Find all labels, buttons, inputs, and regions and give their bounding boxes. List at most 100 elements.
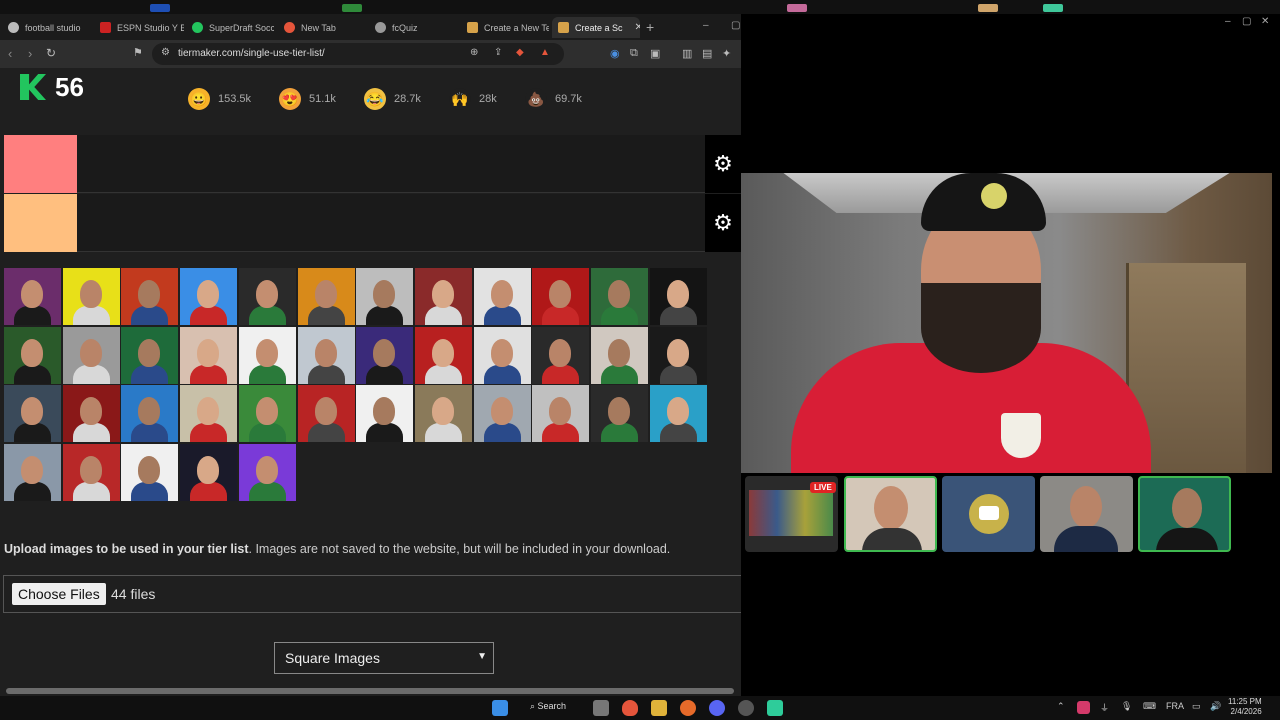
tray-app-icon[interactable] xyxy=(1077,701,1090,714)
reload-icon[interactable]: ↻ xyxy=(46,46,56,60)
zoom-icon[interactable]: ⊕ xyxy=(470,47,478,58)
tier-label-2[interactable] xyxy=(4,194,77,252)
image-shape-select[interactable]: Square Images ▼ xyxy=(274,642,494,674)
tab-2[interactable]: ESPN Studio Y B xyxy=(94,17,184,38)
reaction-2[interactable]: 😍 51.1k xyxy=(279,88,336,110)
minimize-icon[interactable]: – xyxy=(703,20,709,31)
audio-icon[interactable]: ◉ xyxy=(610,47,620,60)
pool-image-tile[interactable] xyxy=(473,268,531,325)
tray-chevron-up-icon[interactable]: ⌃ xyxy=(1057,701,1065,712)
participant-3-camera-off[interactable] xyxy=(942,476,1035,552)
pool-image-tile[interactable] xyxy=(62,268,120,325)
participant-4[interactable] xyxy=(1040,476,1133,552)
pool-image-tile[interactable] xyxy=(297,326,355,384)
participant-5[interactable] xyxy=(1138,476,1231,552)
capture-icon[interactable]: ▣ xyxy=(650,47,660,60)
reaction-3[interactable]: 😂 28.7k xyxy=(364,88,421,110)
volume-icon[interactable]: 🔊 xyxy=(1210,701,1221,712)
settings-gear-icon[interactable] xyxy=(738,700,754,716)
pool-image-tile[interactable] xyxy=(121,385,179,442)
site-info-icon[interactable]: ⚙ xyxy=(161,47,170,58)
choose-files-button[interactable]: Choose Files xyxy=(12,583,106,605)
pool-image-tile[interactable] xyxy=(238,443,296,501)
pool-image-tile[interactable] xyxy=(532,326,590,384)
pool-image-tile[interactable] xyxy=(4,385,61,442)
tab-5[interactable]: fcQuiz xyxy=(369,17,457,38)
pool-image-tile[interactable] xyxy=(180,385,238,442)
usb-icon[interactable]: ⏚ xyxy=(1100,701,1109,714)
pool-image-tile[interactable] xyxy=(62,443,120,501)
pool-image-tile[interactable] xyxy=(649,385,707,442)
pool-image-tile[interactable] xyxy=(414,326,472,384)
pool-image-tile[interactable] xyxy=(297,385,355,442)
pool-image-tile[interactable] xyxy=(649,326,707,384)
brave-browser-icon[interactable] xyxy=(622,700,638,716)
reaction-1[interactable]: 😀 153.5k xyxy=(188,88,251,110)
tab-6[interactable]: Create a New Te xyxy=(461,17,549,38)
bookmark-icon[interactable]: ⚑ xyxy=(133,46,143,59)
pool-image-tile[interactable] xyxy=(180,268,238,325)
file-explorer-icon[interactable] xyxy=(651,700,667,716)
participant-screen-share[interactable]: LIVE xyxy=(745,476,838,552)
new-tab-button[interactable]: + xyxy=(646,19,654,35)
windows-start-icon[interactable] xyxy=(492,700,508,716)
task-view-icon[interactable] xyxy=(593,700,609,716)
participant-2[interactable] xyxy=(844,476,937,552)
system-clock[interactable]: 11:25 PM 2/4/2026 xyxy=(1228,697,1262,717)
pool-image-tile[interactable] xyxy=(356,326,414,384)
discord-icon[interactable] xyxy=(709,700,725,716)
pool-image-tile[interactable] xyxy=(121,443,179,501)
reaction-5[interactable]: 💩 69.7k xyxy=(525,88,582,110)
pool-image-tile[interactable] xyxy=(180,326,238,384)
extensions-icon[interactable]: ⧉ xyxy=(630,47,638,60)
pool-image-tile[interactable] xyxy=(649,268,707,325)
pool-image-tile[interactable] xyxy=(238,385,296,442)
tab-1[interactable]: football studio xyxy=(2,17,90,38)
tab-7-active[interactable]: Create a Sc ✕ xyxy=(552,17,640,38)
pool-image-tile[interactable] xyxy=(414,268,472,325)
url-field[interactable]: ⚙ tiermaker.com/single-use-tier-list/ ⊕ … xyxy=(152,43,564,65)
pool-image-tile[interactable] xyxy=(238,326,296,384)
close-tab-icon[interactable]: ✕ xyxy=(635,22,640,33)
pool-image-tile[interactable] xyxy=(473,326,531,384)
horizontal-scrollbar[interactable] xyxy=(6,688,734,694)
pool-image-tile[interactable] xyxy=(591,268,648,325)
firefox-icon[interactable] xyxy=(680,700,696,716)
back-icon[interactable]: ‹ xyxy=(8,46,12,61)
rewards-icon[interactable]: ▲ xyxy=(540,47,550,58)
pool-image-tile[interactable] xyxy=(62,385,120,442)
wallet-icon[interactable]: ▤ xyxy=(702,47,712,60)
reaction-4[interactable]: 🙌 28k xyxy=(449,88,497,110)
share-icon[interactable]: ⇪ xyxy=(494,47,502,58)
pool-image-tile[interactable] xyxy=(180,443,238,501)
microphone-icon[interactable]: 🎙 xyxy=(1121,701,1132,712)
pool-image-tile[interactable] xyxy=(591,385,648,442)
tier-settings-gear-icon[interactable]: ⚙ xyxy=(705,194,741,252)
pool-image-tile[interactable] xyxy=(238,268,296,325)
close-icon[interactable]: ✕ xyxy=(1261,16,1269,27)
pool-image-tile[interactable] xyxy=(4,268,61,325)
pool-image-tile[interactable] xyxy=(297,268,355,325)
taskbar-search[interactable]: ⌕ Search xyxy=(530,701,566,712)
pool-image-tile[interactable] xyxy=(4,443,61,501)
network-icon[interactable]: ▭ xyxy=(1192,701,1201,712)
maximize-icon[interactable]: ▢ xyxy=(731,20,740,31)
pool-image-tile[interactable] xyxy=(414,385,472,442)
brave-shield-icon[interactable]: ◆ xyxy=(516,47,524,58)
tier-row-2[interactable]: ⚙ xyxy=(4,194,741,252)
maximize-icon[interactable]: ▢ xyxy=(1242,16,1251,27)
pool-image-tile[interactable] xyxy=(473,385,531,442)
pool-image-tile[interactable] xyxy=(121,326,179,384)
tier-settings-gear-icon[interactable]: ⚙ xyxy=(705,135,741,193)
meet-app-icon[interactable] xyxy=(767,700,783,716)
pool-image-tile[interactable] xyxy=(356,268,414,325)
pool-image-tile[interactable] xyxy=(62,326,120,384)
tab-3[interactable]: SuperDraft Socc xyxy=(186,17,274,38)
forward-icon[interactable]: › xyxy=(28,46,32,61)
pool-image-tile[interactable] xyxy=(121,268,179,325)
minimize-icon[interactable]: – xyxy=(1225,16,1231,27)
tab-4[interactable]: New Tab xyxy=(278,17,366,38)
sidebar-icon[interactable]: ▥ xyxy=(682,47,692,60)
main-speaker-video[interactable] xyxy=(741,173,1272,473)
leo-icon[interactable]: ✦ xyxy=(722,47,731,60)
